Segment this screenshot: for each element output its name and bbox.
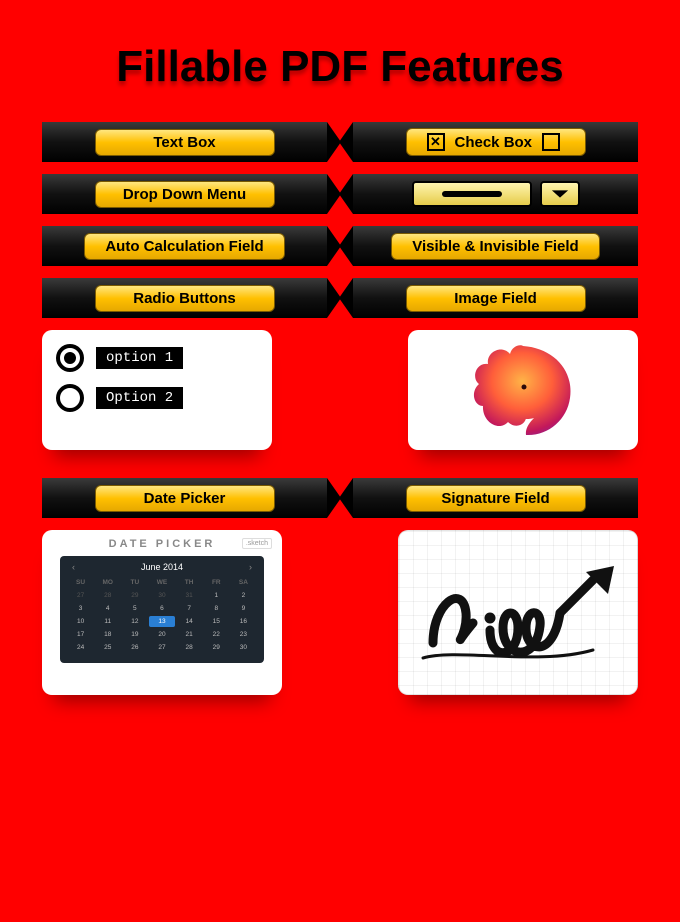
row-autocalc-visibility: Auto Calculation Field Visible & Invisib… (0, 226, 680, 266)
calendar-day[interactable]: 1 (204, 590, 229, 601)
bar-date-picker: Date Picker (42, 478, 327, 518)
signature-preview-card[interactable] (398, 530, 638, 695)
calendar-day[interactable]: 21 (177, 629, 202, 640)
row-date-signature: Date Picker Signature Field (0, 478, 680, 518)
calendar-day[interactable]: 27 (68, 590, 93, 601)
calendar-day[interactable]: 29 (122, 590, 147, 601)
calendar-day[interactable]: 5 (122, 603, 147, 614)
radio-preview-card: option 1 Option 2 (42, 330, 272, 450)
calendar-day[interactable]: 27 (149, 642, 174, 653)
row-textbox-checkbox: Text Box ✕ Check Box (0, 122, 680, 162)
calendar-header-cell: SA (231, 577, 256, 588)
calendar-grid: SUMOTUWETHFRSA27282930311234567891011121… (68, 577, 256, 653)
calendar-day[interactable]: 12 (122, 616, 147, 627)
calendar-day[interactable]: 25 (95, 642, 120, 653)
radio-option-1-label: option 1 (96, 347, 183, 369)
bar-image-field: Image Field (353, 278, 638, 318)
pill-radio[interactable]: Radio Buttons (95, 285, 275, 312)
calendar-day[interactable]: 26 (122, 642, 147, 653)
check-box-label: Check Box (455, 134, 533, 151)
calendar-day[interactable]: 22 (204, 629, 229, 640)
calendar-day[interactable]: 20 (149, 629, 174, 640)
signature-icon (418, 558, 618, 668)
image-preview-card (408, 330, 638, 450)
calendar-day[interactable]: 30 (149, 590, 174, 601)
calendar-day[interactable]: 11 (95, 616, 120, 627)
calendar-header-cell: SU (68, 577, 93, 588)
calendar[interactable]: June 2014 SUMOTUWETHFRSA2728293031123456… (60, 556, 264, 663)
bar-auto-calc: Auto Calculation Field (42, 226, 327, 266)
preview-row-2: .sketch DATE PICKER June 2014 SUMOTUWETH… (0, 530, 680, 695)
pill-auto-calc[interactable]: Auto Calculation Field (84, 233, 284, 260)
calendar-day[interactable]: 13 (149, 616, 174, 627)
lion-icon (468, 340, 578, 440)
dropdown-chevron-icon (540, 181, 580, 207)
calendar-day[interactable]: 19 (122, 629, 147, 640)
calendar-header-cell: WE (149, 577, 174, 588)
calendar-header-cell: FR (204, 577, 229, 588)
calendar-day[interactable]: 3 (68, 603, 93, 614)
calendar-header-cell: MO (95, 577, 120, 588)
bar-vis-invis: Visible & Invisible Field (353, 226, 638, 266)
calendar-header-cell: TU (122, 577, 147, 588)
calendar-day[interactable]: 6 (149, 603, 174, 614)
checkbox-checked-icon: ✕ (427, 133, 445, 151)
calendar-day[interactable]: 10 (68, 616, 93, 627)
calendar-day[interactable]: 17 (68, 629, 93, 640)
calendar-day[interactable]: 24 (68, 642, 93, 653)
checkbox-empty-icon (542, 133, 560, 151)
calendar-day[interactable]: 28 (177, 642, 202, 653)
bar-radio: Radio Buttons (42, 278, 327, 318)
sketch-badge: .sketch (242, 538, 272, 549)
calendar-day[interactable]: 2 (231, 590, 256, 601)
pill-text-box[interactable]: Text Box (95, 129, 275, 156)
row-dropdown: Drop Down Menu (0, 174, 680, 214)
bar-signature: Signature Field (353, 478, 638, 518)
calendar-month: June 2014 (68, 562, 256, 572)
pill-image-field[interactable]: Image Field (406, 285, 586, 312)
preview-row-1: option 1 Option 2 (0, 330, 680, 450)
radio-unselected-icon (56, 384, 84, 412)
bar-drop-down-graphic (353, 174, 638, 214)
row-radio-image: Radio Buttons Image Field (0, 278, 680, 318)
pill-date-picker[interactable]: Date Picker (95, 485, 275, 512)
calendar-day[interactable]: 18 (95, 629, 120, 640)
pill-vis-invis[interactable]: Visible & Invisible Field (391, 233, 599, 260)
calendar-day[interactable]: 29 (204, 642, 229, 653)
page-title: Fillable PDF Features (0, 42, 680, 92)
pill-check-box[interactable]: ✕ Check Box (406, 128, 586, 156)
date-picker-brand: DATE PICKER (52, 538, 272, 550)
calendar-day[interactable]: 31 (177, 590, 202, 601)
calendar-day[interactable]: 15 (204, 616, 229, 627)
bar-check-box: ✕ Check Box (353, 122, 638, 162)
calendar-day[interactable]: 7 (177, 603, 202, 614)
calendar-day[interactable]: 30 (231, 642, 256, 653)
calendar-day[interactable]: 8 (204, 603, 229, 614)
calendar-day[interactable]: 14 (177, 616, 202, 627)
radio-selected-icon (56, 344, 84, 372)
bar-text-box: Text Box (42, 122, 327, 162)
calendar-day[interactable]: 16 (231, 616, 256, 627)
pill-drop-down[interactable]: Drop Down Menu (95, 181, 275, 208)
radio-option-2-label: Option 2 (96, 387, 183, 409)
calendar-day[interactable]: 4 (95, 603, 120, 614)
dropdown-body-icon (412, 181, 532, 207)
pill-signature[interactable]: Signature Field (406, 485, 586, 512)
bar-drop-down: Drop Down Menu (42, 174, 327, 214)
calendar-day[interactable]: 28 (95, 590, 120, 601)
date-picker-preview-card: .sketch DATE PICKER June 2014 SUMOTUWETH… (42, 530, 282, 695)
radio-option-1[interactable]: option 1 (56, 344, 258, 372)
calendar-day[interactable]: 9 (231, 603, 256, 614)
radio-option-2[interactable]: Option 2 (56, 384, 258, 412)
calendar-header-cell: TH (177, 577, 202, 588)
calendar-day[interactable]: 23 (231, 629, 256, 640)
dropdown-example[interactable] (412, 181, 580, 207)
